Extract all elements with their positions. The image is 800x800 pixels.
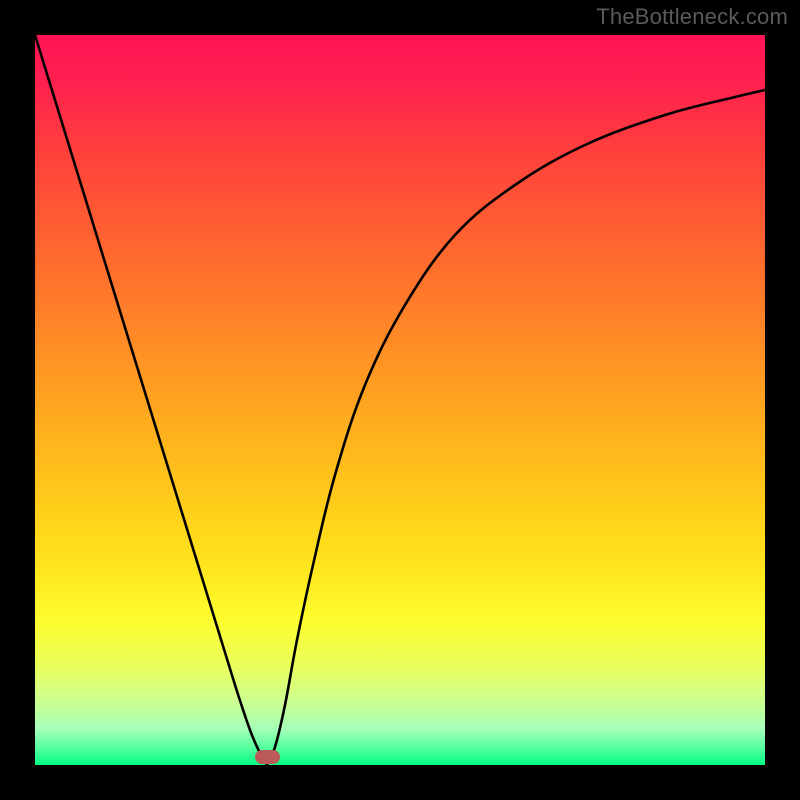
bottleneck-curve [35,35,765,765]
optimal-point-marker [255,750,280,764]
plot-area [35,35,765,765]
chart-container: TheBottleneck.com [0,0,800,800]
attribution-text: TheBottleneck.com [596,4,788,30]
